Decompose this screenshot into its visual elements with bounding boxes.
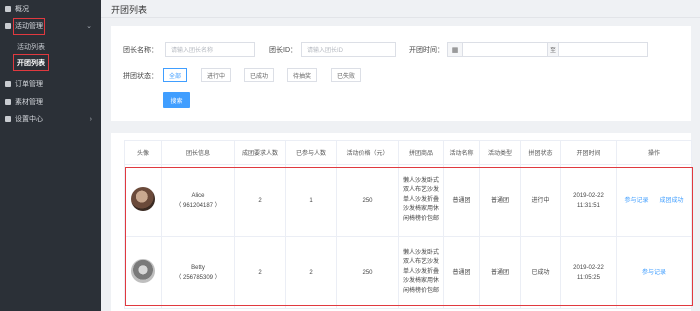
column-header: 活动类型 [479, 140, 521, 165]
column-header: 操作 [616, 140, 692, 165]
gear-icon [5, 116, 11, 122]
sidebar-item-label: 订单管理 [15, 81, 43, 88]
highlight-box [125, 167, 693, 306]
column-header: 活动价格（元） [336, 140, 399, 165]
activity-icon [5, 23, 11, 29]
sidebar-item-label: 素材管理 [15, 99, 43, 106]
leader-id-label: 团长ID： [269, 47, 297, 54]
column-header: 已参与人数 [285, 140, 337, 165]
leader-name-input[interactable]: 请输入团长名称 [165, 42, 255, 57]
column-header: 成团要求人数 [234, 140, 286, 165]
status-chip-success[interactable]: 已成功 [244, 68, 274, 82]
column-header: 活动名称 [443, 140, 480, 165]
leader-name-label: 团长名称： [123, 47, 158, 54]
calendar-icon[interactable]: ▦ [447, 42, 463, 57]
status-chip-ongoing[interactable]: 进行中 [201, 68, 231, 82]
leader-id-input[interactable]: 请输入团长ID [301, 42, 396, 57]
column-header: 拼团状态 [520, 140, 561, 165]
status-label: 拼团状态： [123, 73, 158, 80]
highlight-box [13, 18, 45, 35]
status-chip-failed[interactable]: 已失败 [331, 68, 361, 82]
end-date-input[interactable] [558, 42, 648, 57]
search-button[interactable]: 搜索 [163, 92, 190, 108]
sidebar: 概况 活动管理 ⌄ 活动列表 开团列表 订单管理 素材管理 设置中心 › [0, 0, 101, 311]
status-chip-lottery[interactable]: 待抽奖 [287, 68, 317, 82]
dashboard-icon [5, 6, 11, 12]
filter-panel: 团长名称： 请输入团长名称 团长ID： 请输入团长ID 开团时间： ▦ 至 拼团… [111, 26, 691, 121]
status-chip-all[interactable]: 全部 [163, 68, 187, 82]
order-icon [5, 81, 11, 87]
page-title: 开团列表 [111, 5, 148, 15]
sidebar-item-overview[interactable]: 概况 [0, 2, 101, 16]
sidebar-item-label: 设置中心 [15, 116, 43, 123]
chevron-down-icon: ⌄ [86, 23, 92, 30]
material-icon [5, 99, 11, 105]
table-header-row: 头像 团长信息 成团要求人数 已参与人数 活动价格（元） 拼团商品 活动名称 活… [124, 140, 692, 165]
sidebar-item-label: 概况 [15, 6, 29, 13]
column-header: 团长信息 [161, 140, 235, 165]
chevron-right-icon: › [89, 115, 92, 123]
sidebar-item-settings[interactable]: 设置中心 › [0, 112, 101, 126]
highlight-box [13, 54, 49, 71]
column-header: 拼团商品 [398, 140, 444, 165]
column-header: 开团时间 [560, 140, 617, 165]
column-header: 头像 [124, 140, 162, 165]
start-date-input[interactable] [462, 42, 548, 57]
sidebar-item-materials[interactable]: 素材管理 [0, 95, 101, 109]
sidebar-item-orders[interactable]: 订单管理 [0, 77, 101, 91]
divider [101, 17, 700, 18]
open-time-label: 开团时间： [409, 47, 444, 54]
sidebar-subitem-activity-list[interactable]: 活动列表 [17, 40, 45, 53]
